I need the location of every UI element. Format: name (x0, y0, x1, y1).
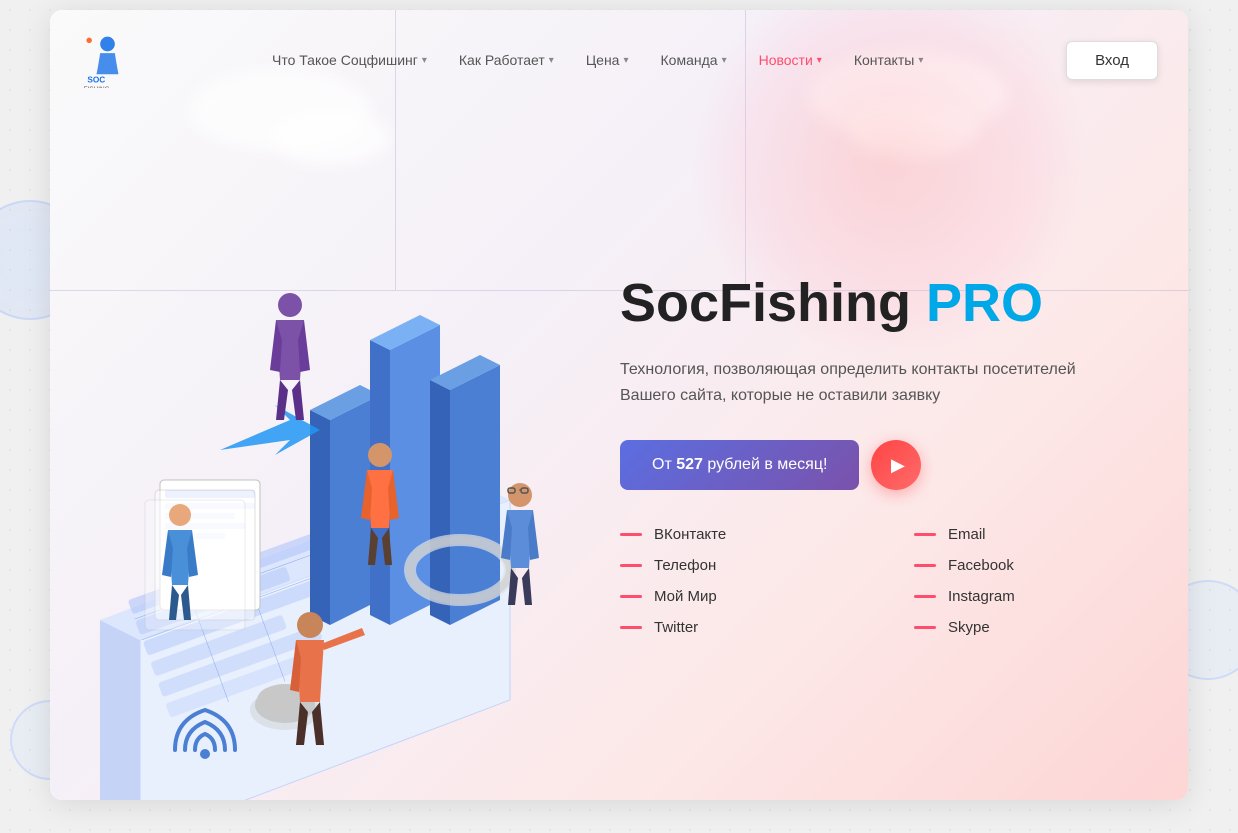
contact-label-twitter: Twitter (654, 619, 698, 636)
contacts-grid: ВКонтакте Email Телефон Facebook Мой Мир (620, 526, 1148, 636)
nav-chevron-what: ▾ (422, 55, 427, 66)
contact-dash-mymailru (620, 595, 642, 598)
navbar: SOC FISHING Что Такое Соцфишинг ▾ Как Ра… (50, 10, 1188, 110)
hero-description: Технология, позволяющая определить конта… (620, 357, 1100, 408)
contact-label-phone: Телефон (654, 557, 716, 574)
contact-label-mymailru: Мой Мир (654, 588, 717, 605)
contact-label-instagram: Instagram (948, 588, 1015, 605)
contact-dash-facebook (914, 564, 936, 567)
hero-section: SocFishing PRO Технология, позволяющая о… (50, 110, 1188, 800)
hero-title-main: SocFishing (620, 273, 926, 333)
nav-item-news[interactable]: Новости ▾ (747, 44, 834, 76)
nav-chevron-how: ▾ (549, 55, 554, 66)
logo[interactable]: SOC FISHING (80, 33, 220, 88)
nav-item-how[interactable]: Как Работает ▾ (447, 44, 566, 76)
nav-item-contacts[interactable]: Контакты ▾ (842, 44, 936, 76)
nav-chevron-price: ▾ (623, 55, 628, 66)
cta-prefix: От (652, 456, 676, 473)
contact-instagram: Instagram (914, 588, 1148, 605)
contact-label-email: Email (948, 526, 986, 543)
nav-links: Что Такое Соцфишинг ▾ Как Работает ▾ Цен… (260, 44, 1066, 76)
cta-play-button[interactable] (871, 440, 921, 490)
nav-item-what-label: Что Такое Соцфишинг (272, 52, 418, 68)
nav-item-contacts-label: Контакты (854, 52, 914, 68)
isometric-illustration (50, 140, 610, 800)
svg-text:FISHING: FISHING (84, 85, 110, 87)
hero-content: SocFishing PRO Технология, позволяющая о… (600, 274, 1188, 637)
cta-button[interactable]: От 527 рублей в месяц! (620, 440, 859, 490)
nav-chevron-team: ▾ (722, 55, 727, 66)
contact-label-vkontakte: ВКонтакте (654, 526, 726, 543)
contact-email: Email (914, 526, 1148, 543)
login-button[interactable]: Вход (1066, 41, 1158, 80)
contact-label-facebook: Facebook (948, 557, 1014, 574)
nav-item-team[interactable]: Команда ▾ (649, 44, 739, 76)
svg-text:SOC: SOC (87, 75, 105, 84)
contact-dash-phone (620, 564, 642, 567)
hero-title-pro: PRO (926, 273, 1043, 333)
nav-item-what[interactable]: Что Такое Соцфишинг ▾ (260, 44, 439, 76)
nav-item-how-label: Как Работает (459, 52, 545, 68)
cta-suffix: рублей в месяц! (703, 456, 828, 473)
contact-dash-instagram (914, 595, 936, 598)
nav-item-price[interactable]: Цена ▾ (574, 44, 641, 76)
cta-price: 527 (676, 456, 703, 473)
nav-item-price-label: Цена (586, 52, 620, 68)
hero-illustration (50, 110, 600, 800)
logo-icon: SOC FISHING (80, 33, 135, 88)
cta-row: От 527 рублей в месяц! (620, 440, 1148, 490)
main-card: SOC FISHING Что Такое Соцфишинг ▾ Как Ра… (50, 10, 1188, 800)
nav-chevron-news: ▾ (817, 55, 822, 66)
contact-dash-vkontakte (620, 533, 642, 536)
contact-dash-twitter (620, 626, 642, 629)
contact-vkontakte: ВКонтакте (620, 526, 854, 543)
contact-dash-skype (914, 626, 936, 629)
contact-skype: Skype (914, 619, 1148, 636)
contact-mymailru: Мой Мир (620, 588, 854, 605)
contact-twitter: Twitter (620, 619, 854, 636)
nav-item-team-label: Команда (661, 52, 718, 68)
contact-phone: Телефон (620, 557, 854, 574)
nav-item-news-label: Новости (759, 52, 813, 68)
contact-dash-email (914, 533, 936, 536)
contact-facebook: Facebook (914, 557, 1148, 574)
contact-label-skype: Skype (948, 619, 990, 636)
nav-chevron-contacts: ▾ (918, 55, 923, 66)
hero-title: SocFishing PRO (620, 274, 1148, 333)
